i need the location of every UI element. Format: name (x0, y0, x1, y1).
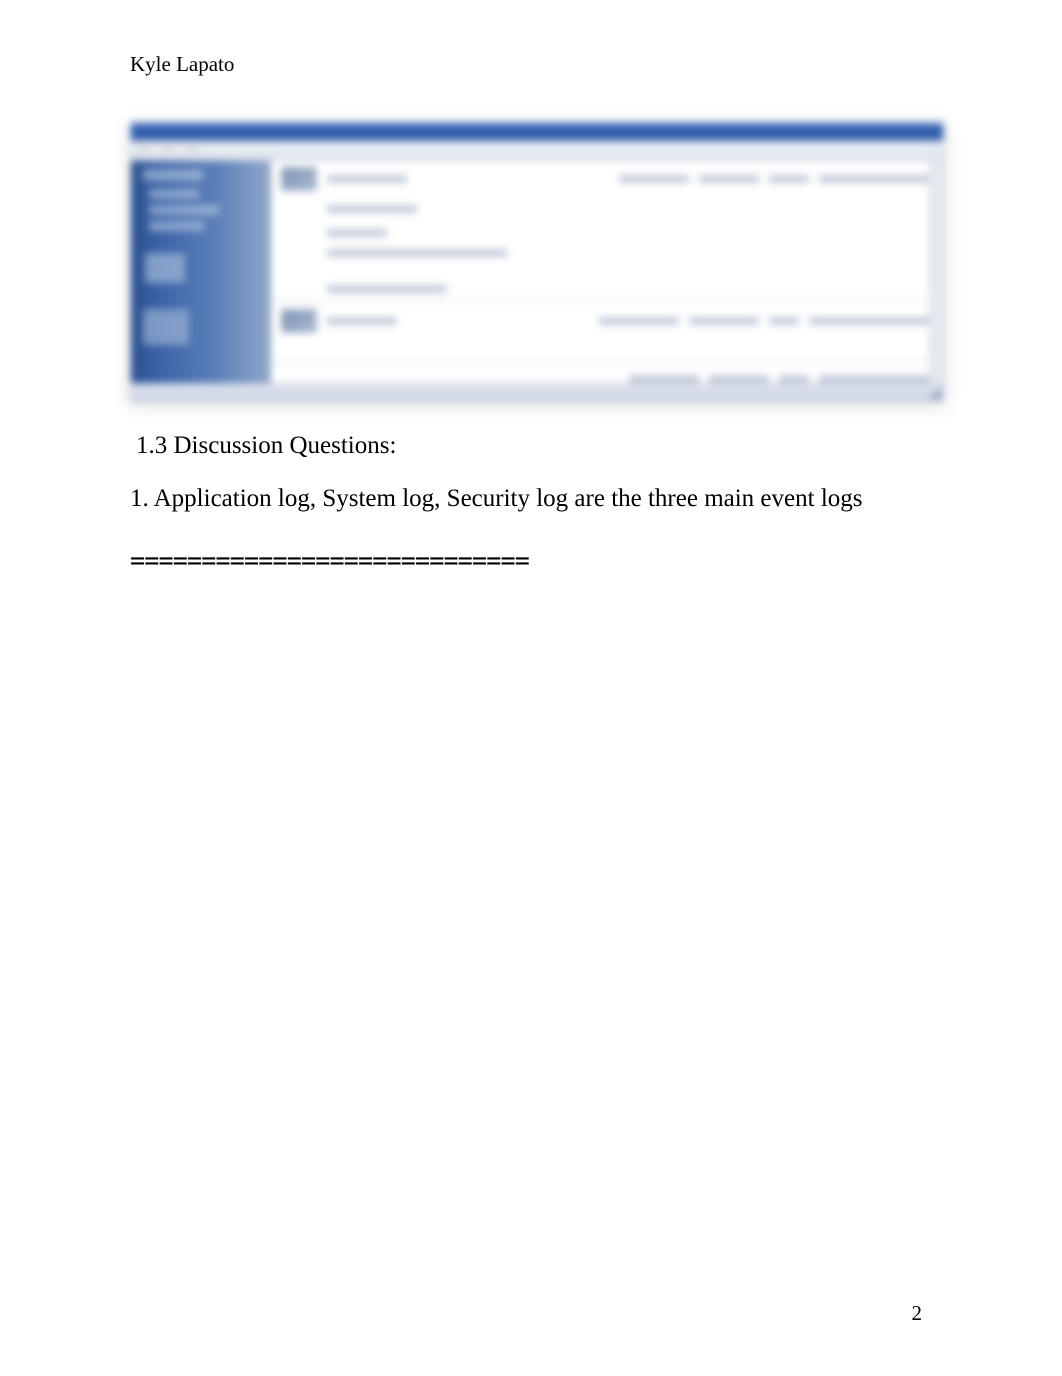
menu-item: — (187, 144, 197, 157)
menu-item: — (139, 144, 149, 157)
scrollbar (929, 161, 943, 383)
thumbnail-icon (281, 309, 317, 333)
thumbnail-icon (281, 167, 317, 191)
resize-grip-icon (929, 387, 941, 399)
section-heading: 1.3 Discussion Questions: (136, 432, 932, 460)
window-sidebar (131, 161, 271, 383)
window-statusbar (131, 383, 943, 401)
window-menubar: — — — (131, 141, 943, 161)
separator-line: ============================ (130, 546, 932, 575)
window-titlebar (131, 123, 943, 141)
answer-text: 1. Application log, System log, Security… (130, 482, 932, 516)
menu-item: — (163, 144, 173, 157)
window-main-panel (271, 161, 943, 383)
author-name: Kyle Lapato (130, 52, 932, 77)
page-number: 2 (912, 1301, 923, 1326)
window-body (131, 161, 943, 383)
blurred-screenshot: — — — (130, 122, 944, 402)
